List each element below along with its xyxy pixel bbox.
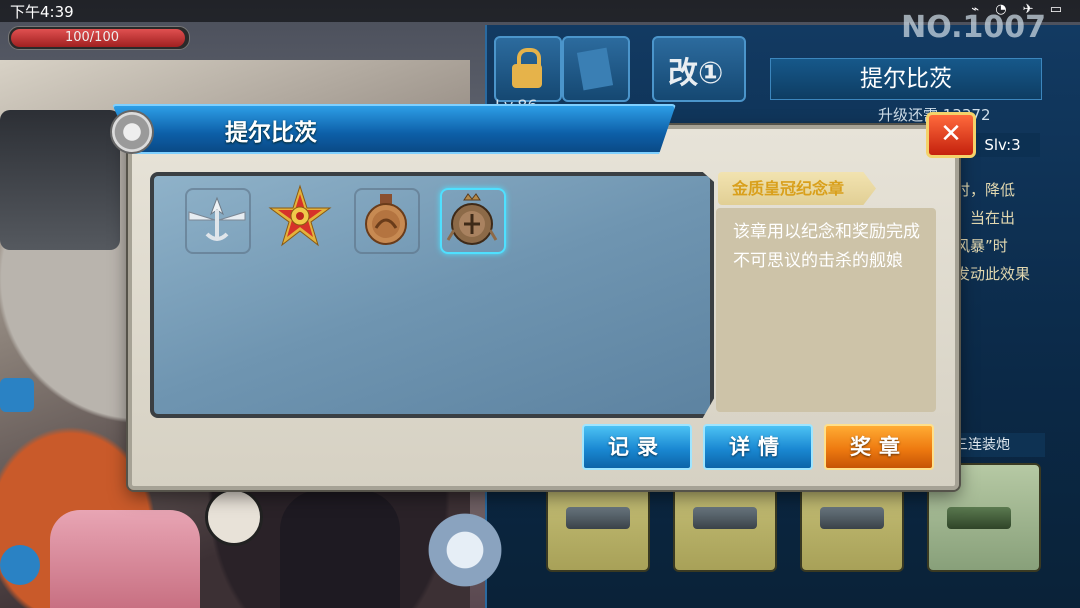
medals-button[interactable]: 奖章	[824, 424, 934, 470]
bronze-coin-medal-icon	[365, 194, 407, 245]
medal-slot-4[interactable]	[440, 188, 506, 254]
medal-slot-1[interactable]	[185, 188, 251, 254]
wings-anchor-medal-icon	[188, 196, 246, 241]
details-button[interactable]: 详情	[703, 424, 813, 470]
record-button[interactable]: 记录	[582, 424, 692, 470]
red-star-order-icon	[268, 184, 332, 247]
close-button[interactable]: ✕	[926, 112, 976, 158]
medal-slot-2[interactable]	[268, 184, 332, 250]
medal-slot-3[interactable]	[354, 188, 420, 254]
gear-icon	[110, 110, 154, 154]
dialog-title-banner	[112, 104, 676, 154]
dialog-title: 提尔比茨	[225, 120, 317, 146]
close-icon: ✕	[940, 119, 962, 149]
selected-medal-name: 金质皇冠纪念章	[718, 172, 876, 205]
selected-medal-desc: 该章用以纪念和奖励完成不可思议的击杀的舰娘	[733, 222, 920, 271]
gold-crown-medal-icon	[446, 193, 498, 245]
